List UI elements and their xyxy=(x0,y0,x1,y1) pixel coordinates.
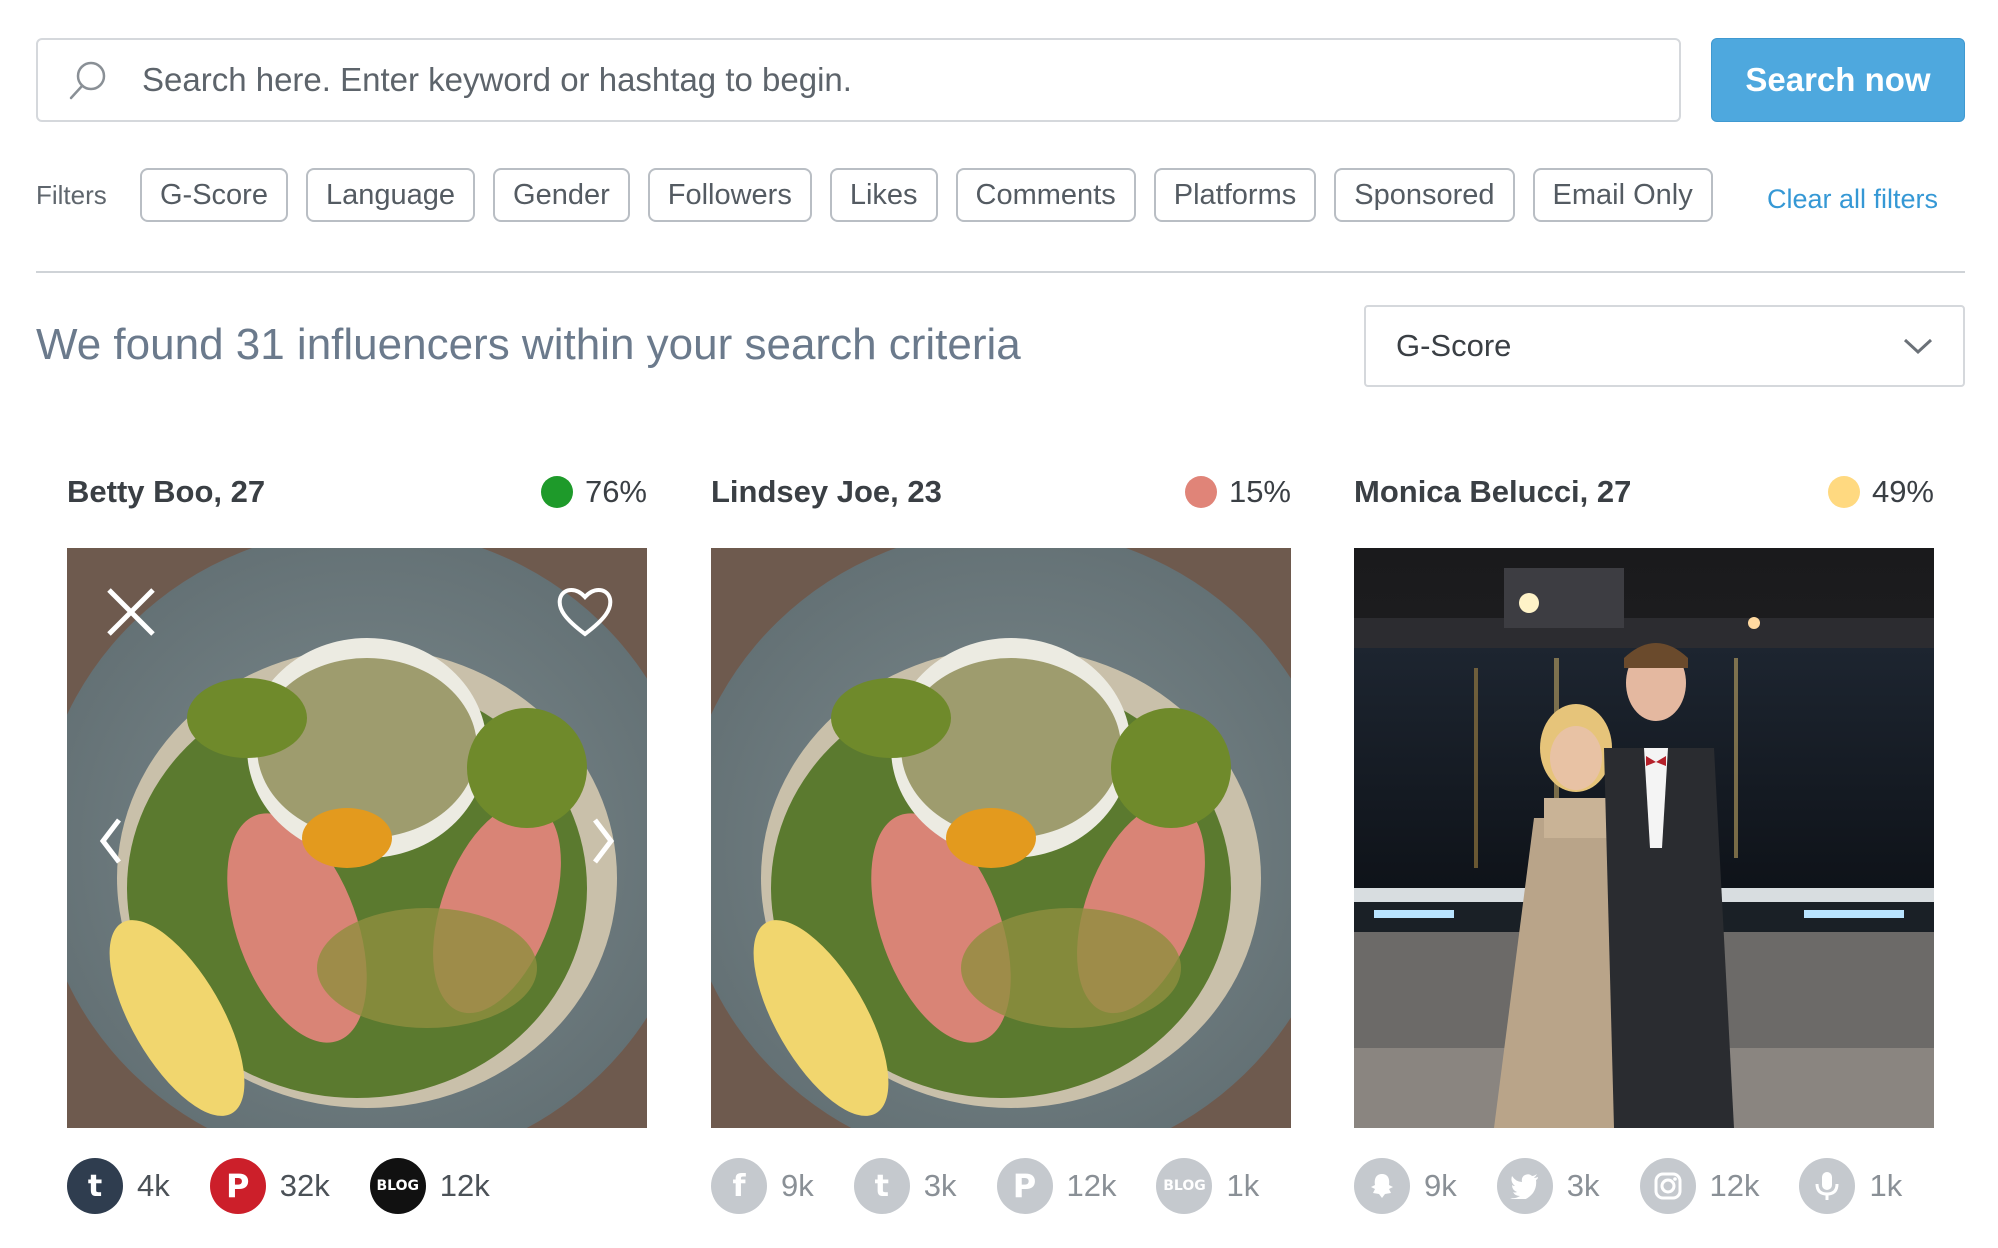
clear-all-filters-link[interactable]: Clear all filters xyxy=(1767,184,1938,215)
sort-select[interactable]: G-Score xyxy=(1364,305,1965,387)
search-now-button[interactable]: Search now xyxy=(1711,38,1965,122)
social-count: 1k xyxy=(1869,1168,1903,1203)
close-icon[interactable] xyxy=(103,584,159,640)
card-header: Betty Boo, 27 76% xyxy=(67,470,647,514)
filter-chip-likes[interactable]: Likes xyxy=(829,168,938,222)
filter-chip-platforms[interactable]: Platforms xyxy=(1153,168,1317,222)
influencer-card[interactable]: Betty Boo, 27 76% t 4k P 32k BLOG 12k xyxy=(67,470,647,1214)
influencer-photo[interactable] xyxy=(1354,548,1934,1128)
pinterest-icon: P xyxy=(996,1158,1053,1214)
g-score: 76% xyxy=(540,474,647,510)
influencer-name: Lindsey Joe, 23 xyxy=(711,474,942,509)
couple-night-harbor-image xyxy=(1354,548,1934,1128)
filter-chip-language[interactable]: Language xyxy=(305,168,476,222)
filters-label: Filters xyxy=(36,180,107,210)
snapchat-icon xyxy=(1354,1158,1410,1214)
social-count: 12k xyxy=(439,1168,490,1203)
card-header: Monica Belucci, 27 49% xyxy=(1354,470,1934,514)
social-stats: 9k 3k 12k 1k xyxy=(1354,1158,1934,1214)
heart-icon[interactable] xyxy=(555,584,615,640)
social-count: 4k xyxy=(137,1168,170,1203)
divider xyxy=(36,271,1965,273)
search-icon xyxy=(69,61,106,100)
score-value: 15% xyxy=(1228,474,1291,509)
score-dot xyxy=(1827,476,1860,508)
tumblr-icon: t xyxy=(853,1158,910,1214)
score-dot xyxy=(540,476,573,508)
social-count: 9k xyxy=(781,1168,814,1203)
filter-chips: G-Score Language Gender Followers Likes … xyxy=(140,168,1713,222)
filter-chip-g-score[interactable]: G-Score xyxy=(140,168,288,222)
social-count: 32k xyxy=(279,1168,330,1203)
social-count: 9k xyxy=(1424,1168,1457,1203)
social-count: 1k xyxy=(1226,1168,1260,1203)
social-stat-blog[interactable]: BLOG 1k xyxy=(1156,1158,1259,1214)
chevron-down-icon xyxy=(1903,338,1933,355)
score-value: 49% xyxy=(1871,474,1934,509)
influencer-card[interactable]: Lindsey Joe, 23 15% f 9k t 3k P 12k BLOG… xyxy=(711,470,1291,1214)
chevron-right-icon[interactable] xyxy=(589,816,617,866)
social-count: 3k xyxy=(1566,1168,1600,1203)
g-score: 15% xyxy=(1184,474,1291,510)
blog-icon: BLOG xyxy=(369,1158,426,1214)
social-stats: t 4k P 32k BLOG 12k xyxy=(67,1158,647,1214)
social-stat-tumblr[interactable]: t 4k xyxy=(67,1158,170,1214)
results-summary: We found 31 influencers within your sear… xyxy=(36,320,1021,369)
influencer-name: Monica Belucci, 27 xyxy=(1354,474,1632,509)
social-stat-tumblr[interactable]: t 3k xyxy=(853,1158,957,1214)
pinterest-icon: P xyxy=(209,1158,266,1214)
microphone-icon xyxy=(1799,1158,1856,1214)
social-count: 3k xyxy=(923,1168,957,1203)
influencer-photo[interactable] xyxy=(711,548,1291,1128)
facebook-icon: f xyxy=(711,1158,767,1214)
card-header: Lindsey Joe, 23 15% xyxy=(711,470,1291,514)
blog-icon: BLOG xyxy=(1156,1158,1213,1214)
social-stat-twitter[interactable]: 3k xyxy=(1496,1158,1600,1214)
social-stat-blog[interactable]: BLOG 12k xyxy=(369,1158,490,1214)
social-stat-facebook[interactable]: f 9k xyxy=(711,1158,814,1214)
social-stat-snapchat[interactable]: 9k xyxy=(1354,1158,1457,1214)
social-stat-pinterest[interactable]: P 12k xyxy=(996,1158,1117,1214)
social-stat-podcast[interactable]: 1k xyxy=(1799,1158,1902,1214)
influencer-name: Betty Boo, 27 xyxy=(67,474,266,509)
score-dot xyxy=(1184,476,1217,508)
score-value: 76% xyxy=(584,474,647,509)
social-stats: f 9k t 3k P 12k BLOG 1k xyxy=(711,1158,1291,1214)
chevron-left-icon[interactable] xyxy=(97,816,125,866)
filter-chip-comments[interactable]: Comments xyxy=(955,168,1136,222)
g-score: 49% xyxy=(1827,474,1934,510)
filter-chip-gender[interactable]: Gender xyxy=(493,168,630,222)
filter-chip-email-only[interactable]: Email Only xyxy=(1532,168,1713,222)
instagram-icon xyxy=(1639,1158,1696,1214)
filter-chip-sponsored[interactable]: Sponsored xyxy=(1334,168,1515,222)
social-count: 12k xyxy=(1709,1168,1760,1203)
influencer-card[interactable]: Monica Belucci, 27 49% 9k 3k 12k 1k xyxy=(1354,470,1934,1214)
influencer-photo[interactable] xyxy=(67,548,647,1128)
social-stat-pinterest[interactable]: P 32k xyxy=(209,1158,330,1214)
social-stat-instagram[interactable]: 12k xyxy=(1639,1158,1760,1214)
twitter-icon xyxy=(1496,1158,1553,1214)
search-box[interactable] xyxy=(36,38,1681,122)
filter-chip-followers[interactable]: Followers xyxy=(647,168,812,222)
search-input[interactable] xyxy=(142,61,1592,99)
sort-select-value: G-Score xyxy=(1396,328,1512,363)
food-salad-image xyxy=(711,548,1291,1128)
tumblr-icon: t xyxy=(67,1158,123,1214)
social-count: 12k xyxy=(1066,1168,1117,1203)
